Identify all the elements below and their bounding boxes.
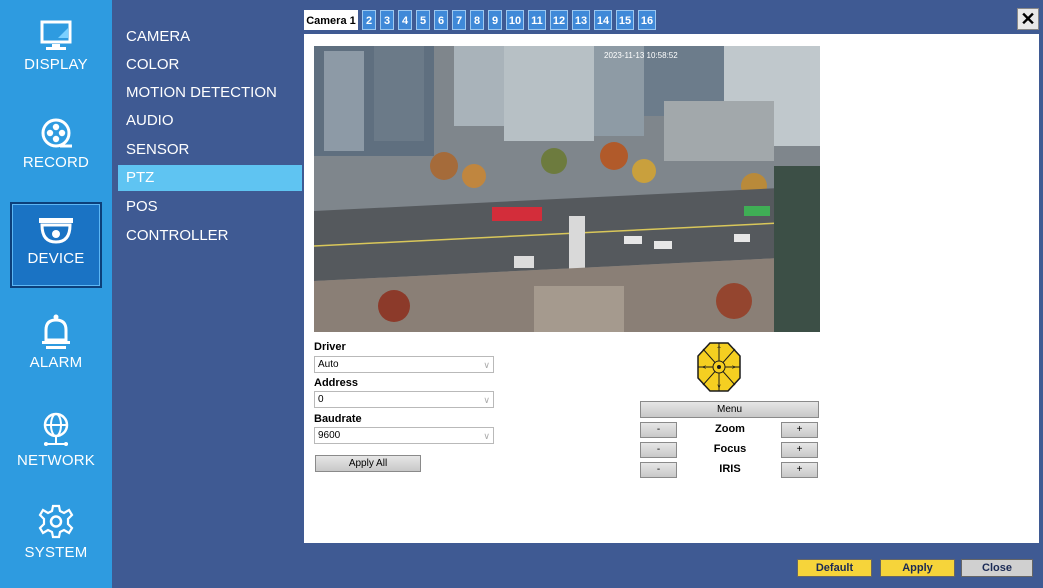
focus-plus-button[interactable]: + xyxy=(781,442,818,458)
address-label: Address xyxy=(314,377,359,389)
chevron-down-icon: ∨ xyxy=(483,431,490,441)
tab-camera-15[interactable]: 15 xyxy=(616,10,634,30)
tab-camera-16[interactable]: 16 xyxy=(638,10,656,30)
driver-label: Driver xyxy=(314,341,346,353)
tab-camera-7[interactable]: 7 xyxy=(452,10,466,30)
ptz-menu-button[interactable]: Menu xyxy=(640,401,819,418)
tab-camera-3[interactable]: 3 xyxy=(380,10,394,30)
apply-all-button[interactable]: Apply All xyxy=(315,455,421,472)
nav-display[interactable]: DISPLAY xyxy=(10,10,102,96)
video-timestamp: 2023-11-13 10:58:52 xyxy=(604,51,678,60)
focus-label: Focus xyxy=(713,443,747,455)
close-icon[interactable]: ✕ xyxy=(1017,8,1039,30)
submenu-controller[interactable]: CONTROLLER xyxy=(118,223,302,249)
chevron-down-icon: ∨ xyxy=(483,360,490,370)
zoom-minus-button[interactable]: - xyxy=(640,422,677,438)
nav-system[interactable]: SYSTEM xyxy=(10,494,102,580)
ptz-settings-panel: Camera 1 2 3 4 5 6 7 8 9 10 11 12 13 14 … xyxy=(304,8,1039,543)
address-value: 0 xyxy=(318,394,324,405)
street-scene-image: 2023-11-13 10:58:52 xyxy=(314,46,820,332)
baudrate-select[interactable]: 9600 ∨ xyxy=(314,427,494,444)
film-reel-icon xyxy=(41,118,72,148)
nav-device[interactable]: DEVICE xyxy=(10,202,102,288)
zoom-plus-button[interactable]: + xyxy=(781,422,818,438)
nav-network-label: NETWORK xyxy=(16,452,96,469)
tab-camera-5[interactable]: 5 xyxy=(416,10,430,30)
tab-camera-10[interactable]: 10 xyxy=(506,10,524,30)
submenu-sensor[interactable]: SENSOR xyxy=(118,137,302,163)
submenu-camera[interactable]: CAMERA xyxy=(118,24,302,50)
submenu-color[interactable]: COLOR xyxy=(118,52,302,78)
bell-icon xyxy=(42,314,70,349)
tab-camera-12[interactable]: 12 xyxy=(550,10,568,30)
address-select[interactable]: 0 ∨ xyxy=(314,391,494,408)
tab-camera-13[interactable]: 13 xyxy=(572,10,590,30)
submenu-motion-detection[interactable]: MOTION DETECTION xyxy=(118,80,302,106)
default-button[interactable]: Default xyxy=(797,559,872,577)
tab-camera-1[interactable]: Camera 1 xyxy=(304,10,358,30)
dome-camera-icon xyxy=(39,218,73,244)
monitor-icon xyxy=(40,20,72,50)
baudrate-value: 9600 xyxy=(318,430,341,441)
svg-text:^: ^ xyxy=(716,346,721,353)
nav-device-label: DEVICE xyxy=(27,250,85,267)
camera-preview: 2023-11-13 10:58:52 xyxy=(314,46,820,332)
zoom-label: Zoom xyxy=(715,423,745,435)
tab-camera-2[interactable]: 2 xyxy=(362,10,376,30)
nav-record[interactable]: RECORD xyxy=(10,108,102,194)
nav-display-label: DISPLAY xyxy=(24,56,88,73)
nav-system-label: SYSTEM xyxy=(24,544,88,561)
iris-label: IRIS xyxy=(719,463,741,475)
globe-network-icon xyxy=(43,412,69,446)
tab-camera-6[interactable]: 6 xyxy=(434,10,448,30)
baudrate-label: Baudrate xyxy=(314,413,362,425)
device-submenu: CAMERA COLOR MOTION DETECTION AUDIO SENS… xyxy=(112,0,304,588)
svg-text:<: < xyxy=(701,364,706,371)
svg-text:>: > xyxy=(731,364,736,371)
nav-alarm-label: ALARM xyxy=(29,354,83,371)
iris-plus-button[interactable]: + xyxy=(781,462,818,478)
svg-text:v: v xyxy=(717,383,721,390)
ptz-direction-pad[interactable]: ^ v < > xyxy=(697,342,741,392)
tab-camera-8[interactable]: 8 xyxy=(470,10,484,30)
submenu-pos[interactable]: POS xyxy=(118,194,302,220)
iris-minus-button[interactable]: - xyxy=(640,462,677,478)
chevron-down-icon: ∨ xyxy=(483,395,490,405)
camera-tabs: Camera 1 2 3 4 5 6 7 8 9 10 11 12 13 14 … xyxy=(304,8,1039,34)
nav-alarm[interactable]: ALARM xyxy=(10,304,102,390)
driver-select[interactable]: Auto ∨ xyxy=(314,356,494,373)
tab-camera-14[interactable]: 14 xyxy=(594,10,612,30)
tab-camera-4[interactable]: 4 xyxy=(398,10,412,30)
tab-camera-11[interactable]: 11 xyxy=(528,10,546,30)
nav-record-label: RECORD xyxy=(22,154,90,171)
driver-value: Auto xyxy=(318,359,339,370)
focus-minus-button[interactable]: - xyxy=(640,442,677,458)
main-nav-rail: DISPLAY RECORD DEVICE ALARM NETWORK SYST… xyxy=(0,0,112,588)
nav-network[interactable]: NETWORK xyxy=(10,402,102,488)
submenu-audio[interactable]: AUDIO xyxy=(118,108,302,134)
submenu-ptz[interactable]: PTZ xyxy=(118,165,302,191)
gear-icon xyxy=(38,504,74,539)
apply-button[interactable]: Apply xyxy=(880,559,955,577)
tab-camera-9[interactable]: 9 xyxy=(488,10,502,30)
close-button[interactable]: Close xyxy=(961,559,1033,577)
